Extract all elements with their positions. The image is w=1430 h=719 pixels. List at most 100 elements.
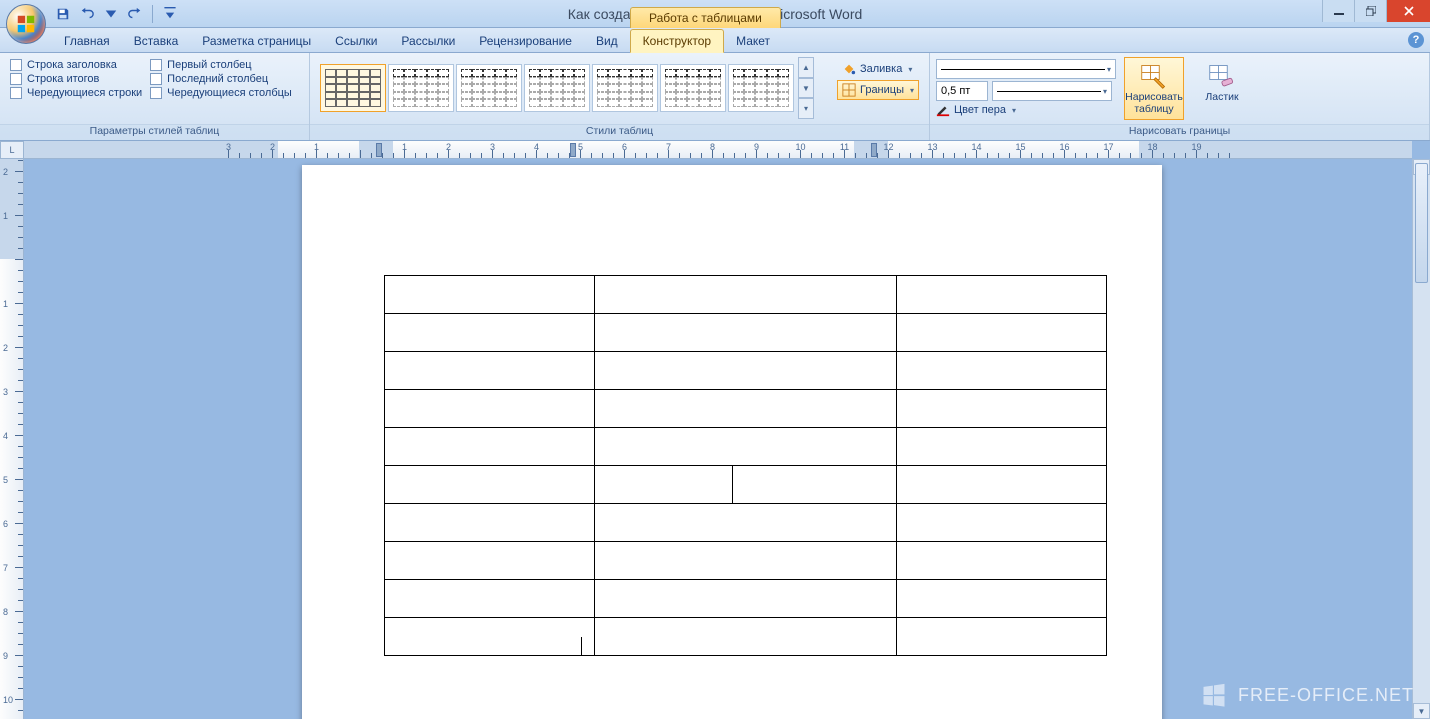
- close-button[interactable]: [1386, 0, 1430, 22]
- pen-icon: [936, 103, 950, 117]
- tab-home[interactable]: Главная: [52, 30, 122, 52]
- windows-icon: [1200, 681, 1228, 709]
- chk-label: Строка итогов: [27, 73, 99, 85]
- table-row[interactable]: [385, 504, 1107, 542]
- chk-banded-rows[interactable]: Чередующиеся строки: [10, 87, 142, 99]
- draw-table-icon: [1140, 62, 1168, 90]
- qat-separator: [152, 5, 153, 23]
- shading-button[interactable]: Заливка: [837, 59, 919, 79]
- contextual-tab-label: Работа с таблицами: [630, 7, 781, 28]
- table-row[interactable]: [385, 618, 1107, 656]
- ribbon: Строка заголовка Строка итогов Чередующи…: [0, 53, 1430, 141]
- eraser-button[interactable]: Ластик: [1192, 57, 1252, 109]
- redo-button[interactable]: [124, 3, 146, 25]
- table-style-thumb[interactable]: [320, 64, 386, 112]
- work-area: L 32112345678910111213141516171819 21123…: [0, 141, 1430, 719]
- title-bar: Как создать таблицу в Ворде - Microsoft …: [0, 0, 1430, 28]
- pen-color-label: Цвет пера: [954, 104, 1006, 116]
- gallery-up-button[interactable]: ▲: [798, 57, 814, 78]
- qat-customize-button[interactable]: [159, 3, 181, 25]
- gallery-down-button[interactable]: ▼: [798, 78, 814, 99]
- chk-label: Строка заголовка: [27, 59, 117, 71]
- undo-icon: [80, 7, 94, 21]
- paint-bucket-icon: [842, 62, 856, 76]
- chk-label: Последний столбец: [167, 73, 268, 85]
- pen-weight-selector[interactable]: [992, 81, 1112, 101]
- draw-table-label: Нарисовать таблицу: [1125, 92, 1183, 115]
- chevron-down-icon: [163, 7, 177, 21]
- table-row[interactable]: [385, 390, 1107, 428]
- chevron-down-icon: [104, 7, 118, 21]
- minimize-icon: [1334, 6, 1344, 16]
- vertical-scrollbar[interactable]: ▲ ▼: [1412, 159, 1430, 719]
- scroll-down-button[interactable]: ▼: [1413, 703, 1430, 719]
- text-cursor: [581, 637, 582, 655]
- chk-first-column[interactable]: Первый столбец: [150, 59, 292, 71]
- table-row[interactable]: [385, 276, 1107, 314]
- table-row[interactable]: [385, 580, 1107, 618]
- ribbon-tabs: Главная Вставка Разметка страницы Ссылки…: [0, 28, 1430, 53]
- borders-button[interactable]: Границы: [837, 80, 919, 100]
- table-row[interactable]: [385, 542, 1107, 580]
- chk-last-column[interactable]: Последний столбец: [150, 73, 292, 85]
- group-table-styles: ▲ ▼ ▾ Заливка Границы Стили таблиц: [310, 53, 930, 140]
- restore-icon: [1366, 6, 1376, 16]
- table-styles-gallery: ▲ ▼ ▾: [316, 57, 833, 119]
- document-page: [302, 165, 1162, 719]
- group-label: Нарисовать границы: [930, 124, 1429, 140]
- table-style-thumb[interactable]: [660, 64, 726, 112]
- draw-table-button[interactable]: Нарисовать таблицу: [1124, 57, 1184, 120]
- shading-label: Заливка: [860, 63, 902, 75]
- save-button[interactable]: [52, 3, 74, 25]
- gallery-more-button[interactable]: ▾: [798, 98, 814, 119]
- minimize-button[interactable]: [1322, 0, 1354, 22]
- eraser-icon: [1208, 62, 1236, 90]
- tab-review[interactable]: Рецензирование: [467, 30, 584, 52]
- document-viewport[interactable]: [24, 159, 1412, 719]
- horizontal-ruler[interactable]: 32112345678910111213141516171819: [24, 141, 1412, 159]
- chk-label: Чередующиеся строки: [27, 87, 142, 99]
- document-table[interactable]: [384, 275, 1107, 656]
- table-row[interactable]: [385, 314, 1107, 352]
- borders-label: Границы: [860, 84, 904, 96]
- tab-mailings[interactable]: Рассылки: [389, 30, 467, 52]
- table-row[interactable]: [385, 428, 1107, 466]
- restore-button[interactable]: [1354, 0, 1386, 22]
- table-style-thumb[interactable]: [592, 64, 658, 112]
- tab-layout[interactable]: Макет: [724, 30, 782, 52]
- table-style-thumb[interactable]: [524, 64, 590, 112]
- group-table-style-options: Строка заголовка Строка итогов Чередующи…: [0, 53, 310, 140]
- tab-design[interactable]: Конструктор: [630, 29, 724, 53]
- office-button[interactable]: [6, 4, 46, 44]
- pen-weight-value[interactable]: 0,5 пт: [936, 81, 988, 101]
- vertical-ruler[interactable]: 211234567891011: [0, 159, 24, 719]
- chk-header-row[interactable]: Строка заголовка: [10, 59, 142, 71]
- group-label: Параметры стилей таблиц: [0, 124, 309, 140]
- watermark-text: FREE-OFFICE.NET: [1238, 685, 1414, 706]
- tab-insert[interactable]: Вставка: [122, 30, 191, 52]
- close-icon: [1404, 6, 1414, 16]
- ruler-corner[interactable]: L: [0, 141, 24, 159]
- watermark: FREE-OFFICE.NET: [1200, 681, 1414, 709]
- tab-page-layout[interactable]: Разметка страницы: [190, 30, 323, 52]
- group-draw-borders: 0,5 пт Цвет пера Нарисовать таблицу Ласт…: [930, 53, 1430, 140]
- pen-color-button[interactable]: Цвет пера: [936, 103, 1116, 117]
- chk-total-row[interactable]: Строка итогов: [10, 73, 142, 85]
- tab-references[interactable]: Ссылки: [323, 30, 389, 52]
- line-style-selector[interactable]: [936, 59, 1116, 79]
- gallery-scroll: ▲ ▼ ▾: [798, 57, 814, 119]
- office-logo-icon: [15, 13, 37, 35]
- column-marker[interactable]: [570, 143, 576, 157]
- table-row[interactable]: [385, 352, 1107, 390]
- table-style-thumb[interactable]: [388, 64, 454, 112]
- table-row[interactable]: [385, 466, 1107, 504]
- save-icon: [56, 7, 70, 21]
- table-style-thumb[interactable]: [728, 64, 794, 112]
- scroll-thumb[interactable]: [1415, 163, 1428, 283]
- chk-banded-columns[interactable]: Чередующиеся столбцы: [150, 87, 292, 99]
- undo-button[interactable]: [76, 3, 98, 25]
- help-button[interactable]: ?: [1408, 32, 1424, 48]
- table-style-thumb[interactable]: [456, 64, 522, 112]
- undo-more-button[interactable]: [100, 3, 122, 25]
- tab-view[interactable]: Вид: [584, 30, 630, 52]
